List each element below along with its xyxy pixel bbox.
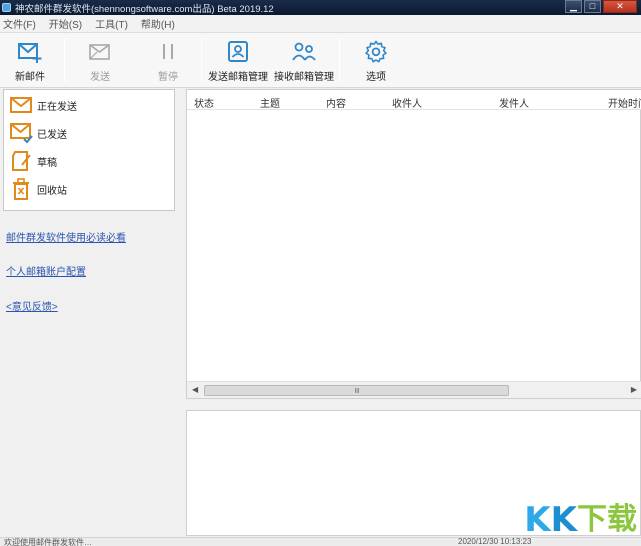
title-bar: 神农邮件群发软件(shennongsoftware.com出品) Beta 20…	[0, 0, 641, 15]
guide-link[interactable]: 邮件群发软件使用必读必看	[6, 229, 126, 244]
folder-sending[interactable]: 正在发送	[8, 93, 77, 117]
column-start-time[interactable]: 开始时间	[608, 95, 641, 110]
sent-mail-icon	[10, 123, 33, 144]
pause-label: 暂停	[158, 72, 178, 83]
table-header: 状态 主题 内容 收件人 发件人 开始时间	[187, 90, 641, 110]
status-message: 欢迎使用邮件群发软件…	[4, 538, 92, 546]
column-content[interactable]: 内容	[326, 95, 346, 110]
toolbar-separator	[201, 38, 202, 82]
window-title: 神农邮件群发软件(shennongsoftware.com出品) Beta 20…	[15, 3, 274, 15]
task-table: 状态 主题 内容 收件人 发件人 开始时间 ◀ Ⅲ ▶	[186, 89, 641, 399]
folder-sent[interactable]: 已发送	[8, 121, 67, 145]
feedback-link[interactable]: <意见反馈>	[6, 298, 58, 313]
scroll-right-icon[interactable]: ▶	[631, 385, 637, 394]
send-button[interactable]: 发送	[77, 33, 123, 88]
account-config-link[interactable]: 个人邮箱账户配置	[6, 263, 86, 278]
toolbar-separator	[339, 38, 340, 82]
folder-trash[interactable]: 回收站	[8, 177, 67, 201]
minimize-button[interactable]: ▁	[565, 0, 582, 13]
pause-icon	[163, 44, 173, 59]
column-subject[interactable]: 主题	[260, 95, 280, 110]
folder-sending-label: 正在发送	[37, 101, 77, 113]
menu-file[interactable]: 文件(F)	[3, 16, 36, 31]
menu-tools[interactable]: 工具(T)	[95, 16, 128, 31]
send-mailbox-management-button[interactable]: 发送邮箱管理	[205, 33, 271, 88]
folder-drafts[interactable]: 草稿	[8, 149, 57, 173]
menu-start[interactable]: 开始(S)	[49, 16, 82, 31]
scrollbar-thumb[interactable]: Ⅲ	[204, 385, 509, 396]
column-status[interactable]: 状态	[194, 95, 214, 110]
receive-mailbox-management-label: 接收邮箱管理	[274, 72, 334, 83]
trash-icon	[13, 178, 29, 200]
maximize-button[interactable]: □	[584, 0, 601, 13]
app-icon	[2, 3, 11, 12]
receive-mailbox-management-button[interactable]: 接收邮箱管理	[271, 33, 337, 88]
users-icon	[292, 42, 316, 61]
watermark-logo: KK下载	[524, 500, 637, 540]
folder-trash-label: 回收站	[37, 185, 67, 197]
window-controls: ▁ □ ✕	[565, 0, 637, 13]
horizontal-scrollbar[interactable]: ◀ Ⅲ ▶	[187, 381, 641, 398]
toolbar-separator	[64, 38, 65, 82]
options-button[interactable]: 选项	[352, 33, 400, 88]
new-mail-label: 新邮件	[15, 72, 45, 83]
options-label: 选项	[366, 72, 386, 83]
send-mailbox-icon	[228, 41, 248, 62]
menu-help[interactable]: 帮助(H)	[141, 16, 175, 31]
close-button[interactable]: ✕	[603, 0, 637, 13]
column-recipient[interactable]: 收件人	[392, 95, 422, 110]
gear-icon	[365, 40, 387, 63]
pause-button[interactable]: 暂停	[145, 33, 191, 88]
folder-drafts-label: 草稿	[37, 157, 57, 169]
toolbar: 新邮件 发送 暂停 发送邮箱管理 接收邮箱管理 选项	[0, 33, 641, 88]
send-mail-icon	[89, 44, 110, 60]
new-mail-button[interactable]: 新邮件	[6, 33, 54, 88]
folder-sent-label: 已发送	[37, 129, 67, 141]
column-sender[interactable]: 发件人	[499, 95, 529, 110]
scroll-left-icon[interactable]: ◀	[192, 385, 198, 394]
status-time: 2020/12/30 10:13:23	[458, 537, 532, 546]
menu-bar: 文件(F) 开始(S) 工具(T) 帮助(H)	[0, 15, 641, 33]
new-mail-icon	[18, 43, 42, 63]
folder-panel: 正在发送 已发送 草稿 回收站	[3, 89, 175, 211]
send-label: 发送	[90, 72, 110, 83]
send-mailbox-management-label: 发送邮箱管理	[208, 72, 268, 83]
draft-icon	[12, 151, 31, 171]
sending-mail-icon	[10, 97, 32, 113]
